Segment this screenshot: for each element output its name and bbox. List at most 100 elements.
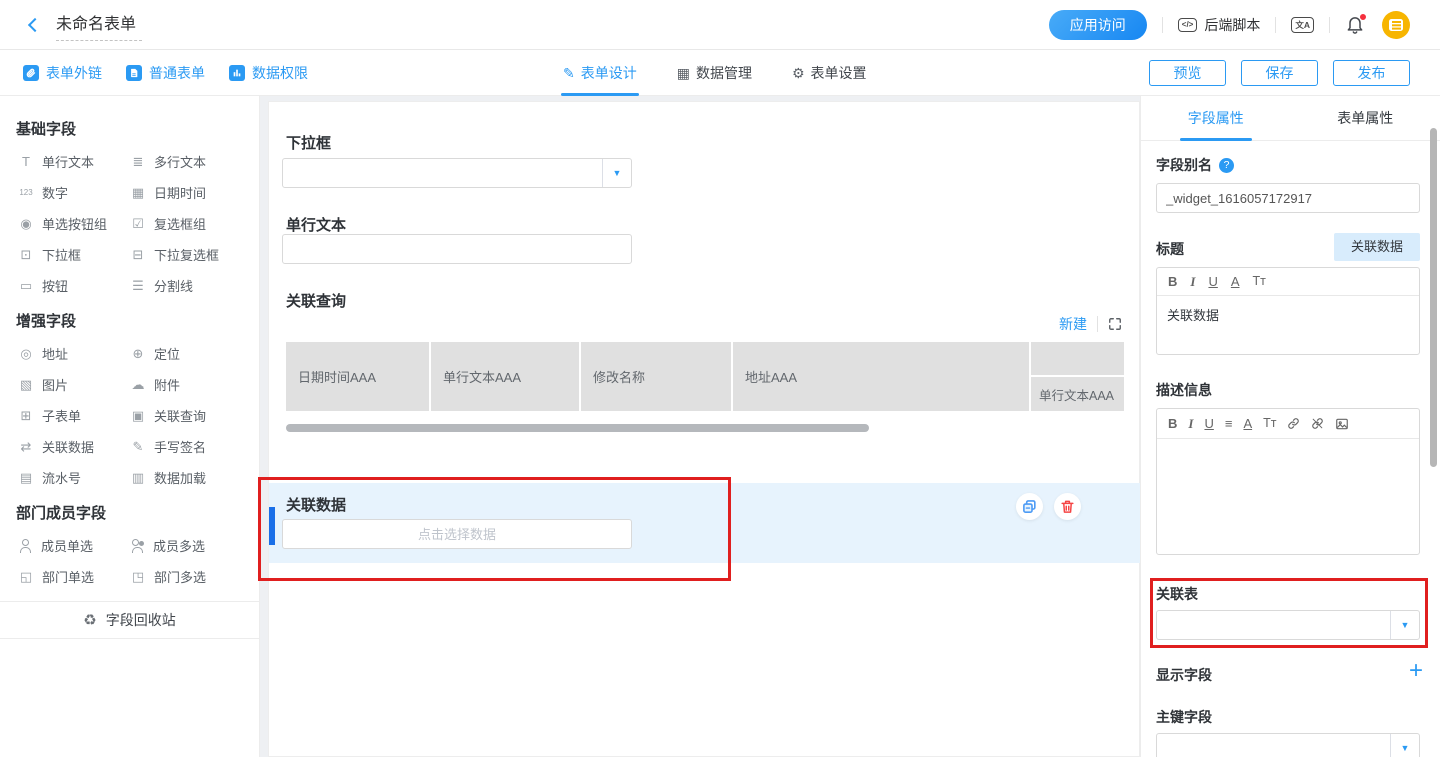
item-label: 图片 — [42, 375, 68, 394]
sidebar-item-number[interactable]: 123数字 — [18, 184, 130, 201]
font-color-button[interactable]: A — [1231, 275, 1240, 288]
title-linked-data-tag[interactable]: 关联数据 — [1334, 233, 1420, 261]
underline-button[interactable]: U — [1204, 417, 1213, 430]
properties-tabs: 字段属性 表单属性 — [1141, 96, 1440, 141]
unlink-icon[interactable] — [1311, 417, 1324, 430]
align-button[interactable]: ≡ — [1225, 417, 1233, 430]
fullscreen-icon[interactable] — [1108, 317, 1122, 331]
tab-data-management[interactable]: ▦ 数据管理 — [677, 50, 752, 96]
delete-field-button[interactable] — [1054, 493, 1081, 520]
form-design-icon: ✎ — [563, 65, 575, 82]
underline-button[interactable]: U — [1208, 275, 1217, 288]
item-label: 部门多选 — [154, 567, 206, 586]
save-button[interactable]: 保存 — [1241, 60, 1318, 86]
dropdown-multi-icon: ⊟ — [130, 247, 146, 263]
select-caret-box: ▼ — [1390, 734, 1419, 757]
font-color-button[interactable]: A — [1243, 417, 1252, 430]
sidebar-item-multi-line-text[interactable]: ≣多行文本 — [130, 153, 243, 170]
vertical-scrollbar[interactable] — [1430, 128, 1437, 467]
sidebar-item-linked-data[interactable]: ⇄关联数据 — [18, 438, 130, 455]
translate-icon[interactable]: 文A — [1291, 17, 1314, 33]
related-table-select[interactable]: ▼ — [1156, 610, 1420, 640]
font-size-button[interactable]: Tт — [1263, 417, 1276, 430]
avatar[interactable] — [1382, 11, 1410, 39]
selected-field-linked-data[interactable]: 关联数据 — [269, 483, 1141, 563]
sidebar-item-member-multi[interactable]: 成员多选 — [130, 537, 243, 554]
item-label: 部门单选 — [42, 567, 94, 586]
add-display-field-button[interactable]: + — [1409, 661, 1423, 681]
form-quick-links: 表单外链 普通表单 数据权限 — [23, 63, 308, 83]
sidebar-item-location[interactable]: ⊕定位 — [130, 345, 243, 362]
sidebar-item-datetime[interactable]: ▦日期时间 — [130, 184, 243, 201]
sidebar-item-dept-multi[interactable]: ◳部门多选 — [130, 568, 243, 585]
tab-form-design[interactable]: ✎ 表单设计 — [563, 50, 637, 96]
display-fields-label: 显示字段 — [1156, 665, 1212, 685]
item-label: 成员单选 — [41, 536, 93, 555]
tab-field-properties[interactable]: 字段属性 — [1141, 96, 1291, 140]
sidebar-item-signature[interactable]: ✎手写签名 — [130, 438, 243, 455]
checkbox-icon: ☑ — [130, 216, 146, 232]
description-editor-content[interactable] — [1157, 439, 1419, 554]
radio-icon: ◉ — [18, 216, 34, 232]
publish-button[interactable]: 发布 — [1333, 60, 1410, 86]
horizontal-scrollbar[interactable] — [286, 424, 869, 432]
bold-button[interactable]: B — [1168, 417, 1177, 430]
text-field-input[interactable] — [282, 234, 632, 264]
sidebar-item-subform[interactable]: ⊞子表单 — [18, 407, 130, 424]
app-access-button[interactable]: 应用访问 — [1049, 10, 1147, 40]
title-editor-content[interactable]: 关联数据 — [1157, 296, 1419, 333]
form-title[interactable]: 未命名表单 — [56, 8, 142, 41]
item-label: 流水号 — [42, 468, 81, 487]
divider — [1162, 17, 1163, 33]
sidebar-item-serial-number[interactable]: ▤流水号 — [18, 469, 130, 486]
italic-button[interactable]: I — [1188, 417, 1193, 430]
sidebar-item-attachment[interactable]: ☁附件 — [130, 376, 243, 393]
dept-single-icon: ◱ — [18, 569, 34, 585]
sidebar-item-checkbox-group[interactable]: ☑复选框组 — [130, 215, 243, 232]
notification-bell-icon[interactable] — [1345, 14, 1367, 36]
tab-form-properties[interactable]: 表单属性 — [1291, 96, 1440, 140]
table-last-column: 单行文本AAA — [1031, 342, 1124, 411]
bold-button[interactable]: B — [1168, 275, 1177, 288]
sidebar-item-dropdown-multi[interactable]: ⊟下拉复选框 — [130, 246, 243, 263]
tab-form-settings[interactable]: ⚙ 表单设置 — [792, 50, 867, 96]
paperclip-icon — [23, 65, 39, 81]
backend-script-button[interactable]: </> 后端脚本 — [1178, 15, 1261, 35]
image-icon: ▧ — [18, 377, 34, 393]
sidebar-item-radio-group[interactable]: ◉单选按钮组 — [18, 215, 130, 232]
normal-form-item[interactable]: 普通表单 — [126, 63, 205, 83]
sidebar-item-image[interactable]: ▧ 图片 — [18, 376, 130, 393]
external-link-item[interactable]: 表单外链 — [23, 63, 102, 83]
italic-button[interactable]: I — [1190, 275, 1195, 288]
data-permission-item[interactable]: 数据权限 — [229, 63, 308, 83]
linked-data-picker-input[interactable] — [282, 519, 632, 549]
tab-form-settings-label: 表单设置 — [811, 63, 867, 83]
sidebar-item-divider[interactable]: ☰分割线 — [130, 277, 243, 294]
lookup-query-icon: ▣ — [130, 408, 146, 424]
help-icon[interactable]: ? — [1219, 158, 1234, 173]
back-chevron-icon[interactable] — [28, 17, 42, 31]
new-record-link[interactable]: 新建 — [1059, 314, 1087, 334]
sidebar-item-dropdown[interactable]: ⊡下拉框 — [18, 246, 130, 263]
sidebar-item-lookup-query[interactable]: ▣关联查询 — [130, 407, 243, 424]
top-bar: 未命名表单 应用访问 </> 后端脚本 文A — [0, 0, 1440, 50]
sidebar-item-address[interactable]: ◎地址 — [18, 345, 130, 362]
preview-button[interactable]: 预览 — [1149, 60, 1226, 86]
backend-script-label: 后端脚本 — [1204, 15, 1260, 35]
select-caret-box: ▼ — [602, 159, 631, 187]
section-member-fields: 部门成员字段 — [16, 502, 243, 523]
item-label: 日期时间 — [154, 183, 206, 202]
insert-image-icon[interactable] — [1335, 417, 1349, 431]
sidebar-item-single-line-text[interactable]: T单行文本 — [18, 153, 130, 170]
link-icon[interactable] — [1287, 417, 1300, 430]
sidebar-item-data-load[interactable]: ▥数据加载 — [130, 469, 243, 486]
field-recycle-bin[interactable]: ♻ 字段回收站 — [0, 601, 259, 639]
sidebar-item-button[interactable]: ▭按钮 — [18, 277, 130, 294]
primary-key-select[interactable]: ▼ — [1156, 733, 1420, 757]
sidebar-item-dept-single[interactable]: ◱ 部门单选 — [18, 568, 130, 585]
dropdown-field-select[interactable]: ▼ — [282, 158, 632, 188]
copy-field-button[interactable] — [1016, 493, 1043, 520]
sidebar-item-member-single[interactable]: 成员单选 — [18, 537, 130, 554]
alias-input[interactable] — [1156, 183, 1420, 213]
font-size-button[interactable]: Tт — [1253, 275, 1266, 288]
